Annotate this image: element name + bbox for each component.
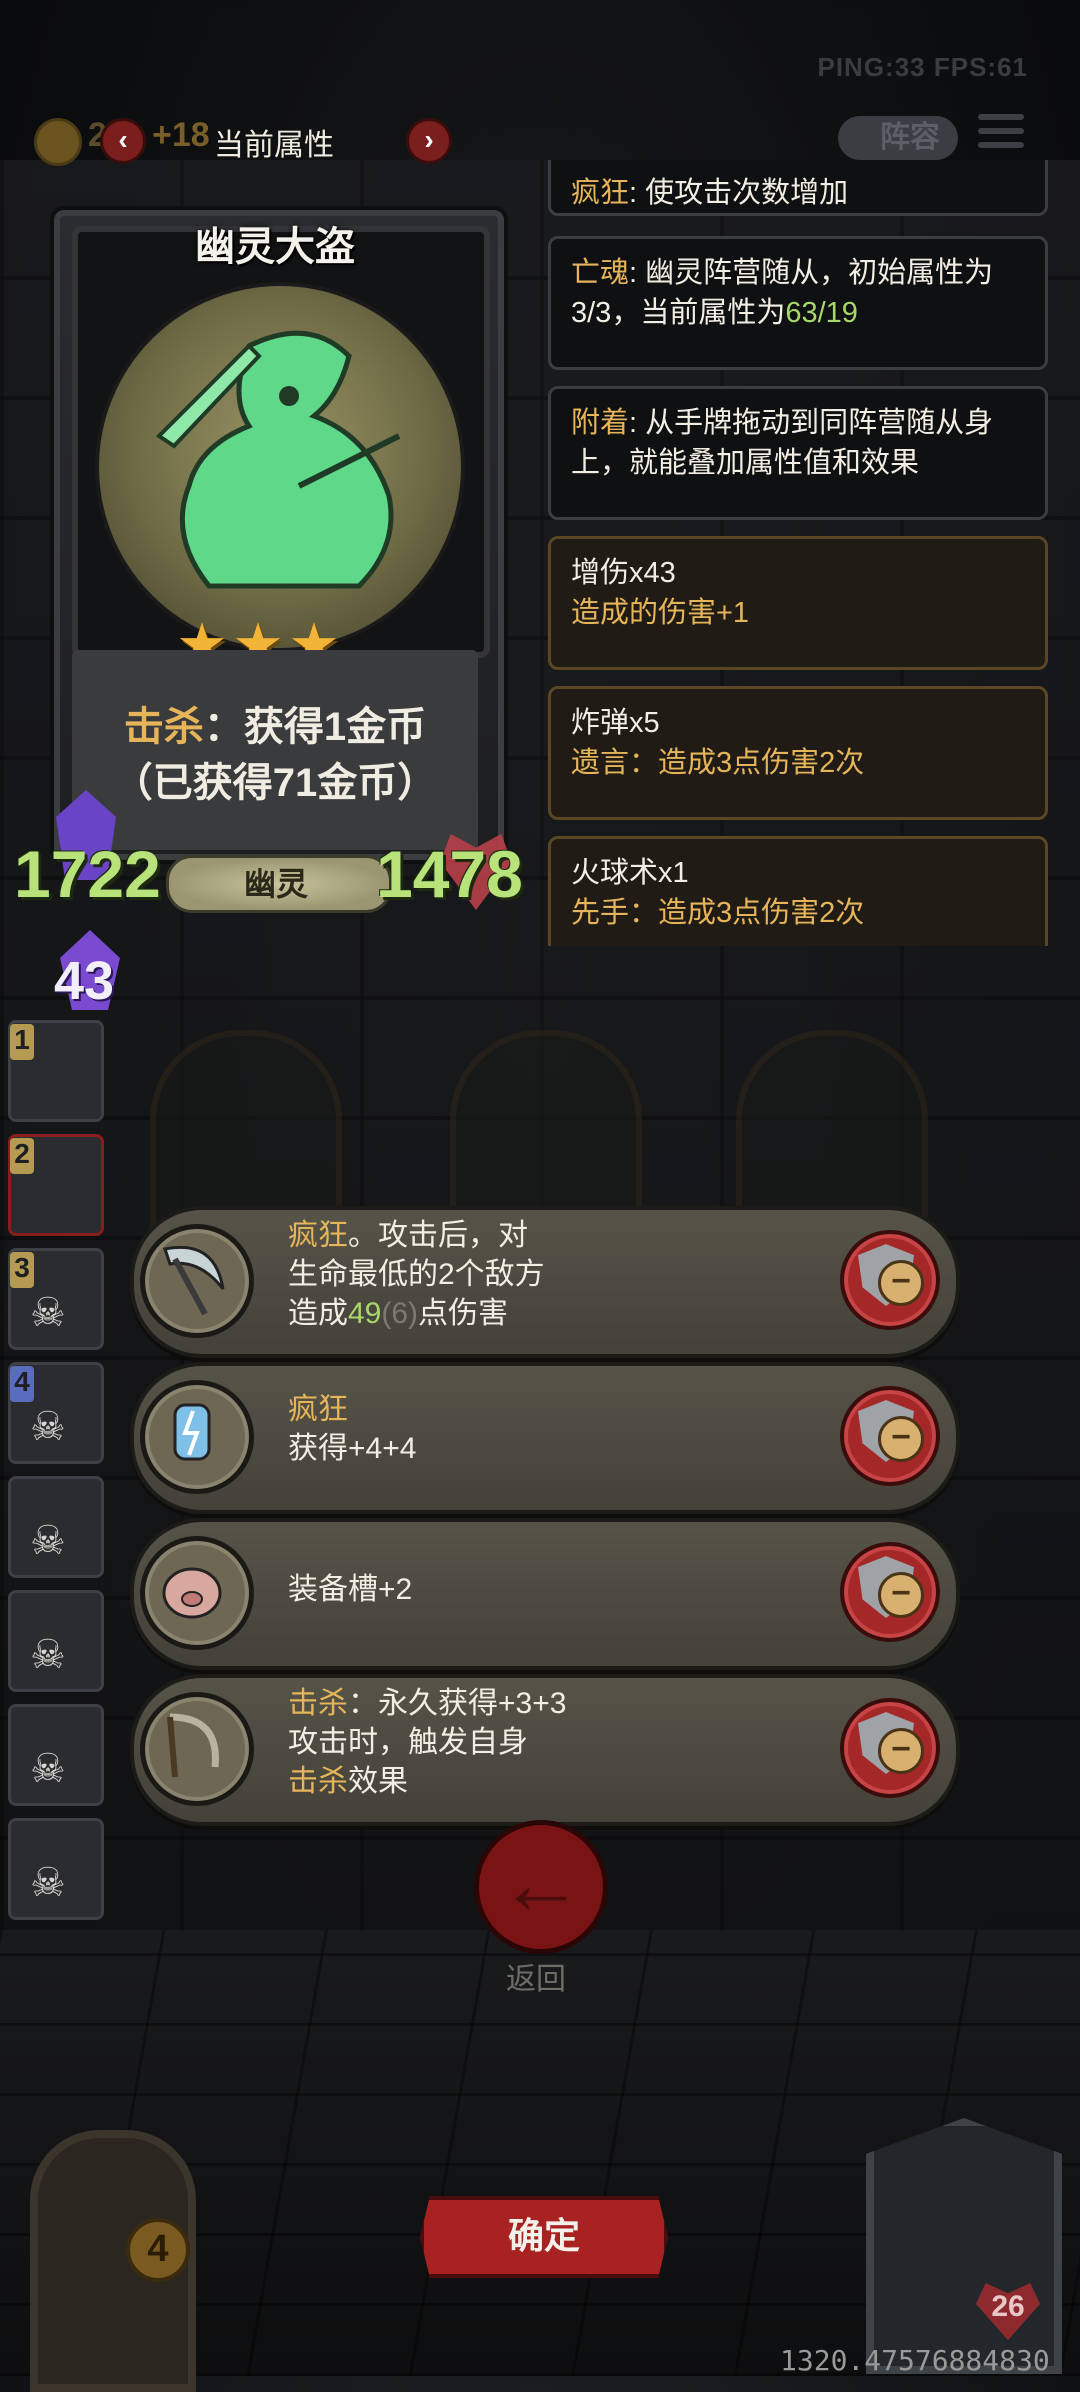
team-slot-number: 3 bbox=[10, 1252, 34, 1288]
equip-title: 增伤x43 bbox=[571, 557, 676, 589]
team-slot-number: 1 bbox=[10, 1024, 34, 1060]
gold-coin-icon bbox=[34, 118, 82, 166]
confirm-button[interactable]: 确定 bbox=[420, 2196, 668, 2278]
minus-icon: − bbox=[878, 1728, 924, 1774]
info-item-equipment: 火球术x1 先手：造成3点伤害2次 bbox=[548, 836, 1048, 946]
info-highlight: 63/19 bbox=[785, 297, 858, 329]
effect-row bbox=[130, 1518, 960, 1670]
ghost-thief-portrait bbox=[95, 282, 465, 652]
kill-keyword: 击杀 bbox=[123, 705, 204, 749]
info-text: : 幽灵阵营随从，初始属性为3/3，当前属性为 bbox=[571, 257, 994, 329]
info-item-attach: 附着: 从手牌拖动到同阵营随从身上，就能叠加属性值和效果 bbox=[548, 386, 1048, 520]
effect-line: ：永久获得+3+3 bbox=[348, 1687, 567, 1720]
effect-line: 生命最低的2个敌方 bbox=[288, 1258, 545, 1291]
info-keyword: 亡魂 bbox=[571, 257, 630, 289]
lineup-button[interactable]: 阵容 bbox=[838, 116, 958, 160]
coordinate-readout: 1320.47576884830 bbox=[780, 2344, 1050, 2377]
tribe-label: 幽灵 bbox=[243, 866, 308, 902]
team-slot-number: 2 bbox=[10, 1138, 34, 1174]
skull-icon: ☠ bbox=[30, 1519, 66, 1563]
lightning-amulet-icon bbox=[140, 1380, 254, 1494]
effect-line: 。攻击后，对 bbox=[348, 1219, 528, 1252]
door-count-badge: 4 bbox=[126, 2218, 190, 2282]
prev-arrow-button[interactable]: ‹ bbox=[100, 118, 146, 164]
kill-effect-rest: ：获得1金币 bbox=[203, 705, 427, 749]
level-value: 43 bbox=[54, 951, 115, 1011]
hero-health-value: 26 bbox=[991, 2290, 1025, 2323]
skull-icon: ☠ bbox=[30, 1633, 66, 1677]
attack-value: 1722 bbox=[14, 837, 161, 911]
minus-icon: − bbox=[878, 1572, 924, 1618]
back-label[interactable]: 返回 bbox=[474, 1954, 598, 1998]
skull-icon: ☠ bbox=[30, 1291, 66, 1335]
kill-effect-text: 击杀：获得1金币 bbox=[80, 694, 470, 752]
info-item-soul: 亡魂: 幽灵阵营随从，初始属性为3/3，当前属性为63/19 bbox=[548, 236, 1048, 370]
effect-value: 49 bbox=[348, 1297, 382, 1330]
equip-desc: 造成的伤害+1 bbox=[571, 597, 750, 629]
skull-icon: ☠ bbox=[30, 1747, 66, 1791]
equip-title: 炸弹x5 bbox=[571, 707, 660, 739]
info-keyword: 附着 bbox=[571, 407, 630, 439]
next-arrow-button[interactable]: › bbox=[406, 118, 452, 164]
ghost-thief-figure-icon bbox=[155, 330, 401, 589]
effect-keyword: 击杀 bbox=[288, 1687, 348, 1720]
pig-icon bbox=[140, 1536, 254, 1650]
hamburger-menu-icon[interactable] bbox=[978, 114, 1024, 154]
effect-text: 疯狂 获得+4+4 bbox=[288, 1390, 416, 1468]
gold-bonus: +18 bbox=[152, 116, 210, 154]
equip-desc: 遗言：造成3点伤害2次 bbox=[571, 747, 865, 779]
info-text: : 从手牌拖动到同阵营随从身上，就能叠加属性值和效果 bbox=[571, 407, 994, 479]
equip-desc: 先手：造成3点伤害2次 bbox=[571, 897, 865, 929]
effect-row bbox=[130, 1206, 960, 1358]
effect-faded-value: (6) bbox=[381, 1297, 419, 1330]
effect-line: 效果 bbox=[348, 1765, 408, 1798]
minus-icon: − bbox=[878, 1260, 924, 1306]
hero-portrait[interactable] bbox=[866, 2118, 1062, 2374]
effect-line: 攻击时，触发自身 bbox=[288, 1726, 528, 1759]
info-item-equipment: 增伤x43 造成的伤害+1 bbox=[548, 536, 1048, 670]
info-text: : 使攻击次数增加 bbox=[629, 177, 849, 209]
effect-line: 获得+4+4 bbox=[288, 1432, 417, 1465]
back-button[interactable]: ← bbox=[474, 1820, 608, 1954]
effect-text: 疯狂。攻击后，对 生命最低的2个敌方 造成49(6)点伤害 bbox=[288, 1216, 545, 1333]
equip-title: 火球术x1 bbox=[571, 857, 689, 889]
effect-keyword: 击杀 bbox=[288, 1765, 348, 1798]
effect-text: 击杀：永久获得+3+3 攻击时，触发自身 击杀效果 bbox=[288, 1684, 566, 1801]
scythe-icon bbox=[140, 1224, 254, 1338]
sickle-icon bbox=[140, 1692, 254, 1806]
info-item-frenzy: 疯狂: 使攻击次数增加 bbox=[548, 160, 1048, 216]
ping-fps-readout: PING:33 FPS:61 bbox=[817, 52, 1028, 82]
effect-line: 造成 bbox=[288, 1297, 348, 1330]
info-keyword: 疯狂 bbox=[571, 177, 630, 209]
info-item-equipment: 炸弹x5 遗言：造成3点伤害2次 bbox=[548, 686, 1048, 820]
skull-icon: ☠ bbox=[30, 1405, 66, 1449]
earned-gold-text: （已获得71金币） bbox=[112, 761, 438, 805]
minus-icon: − bbox=[878, 1416, 924, 1462]
skull-icon: ☠ bbox=[30, 1861, 66, 1905]
effect-line: 装备槽+2 bbox=[288, 1573, 413, 1606]
effect-row bbox=[130, 1362, 960, 1514]
effect-line: 点伤害 bbox=[418, 1297, 509, 1330]
unit-name: 幽灵大盗 bbox=[195, 225, 355, 269]
health-value: 1478 bbox=[376, 837, 523, 911]
effect-keyword: 疯狂 bbox=[288, 1219, 348, 1252]
effect-keyword: 疯狂 bbox=[288, 1393, 348, 1426]
effect-text: 装备槽+2 bbox=[288, 1570, 412, 1609]
attributes-title: 当前属性 bbox=[214, 129, 334, 162]
team-slot-number: 4 bbox=[10, 1366, 34, 1402]
keyword-info-panel[interactable]: 疯狂: 使攻击次数增加 亡魂: 幽灵阵营随从，初始属性为3/3，当前属性为63/… bbox=[548, 160, 1052, 946]
